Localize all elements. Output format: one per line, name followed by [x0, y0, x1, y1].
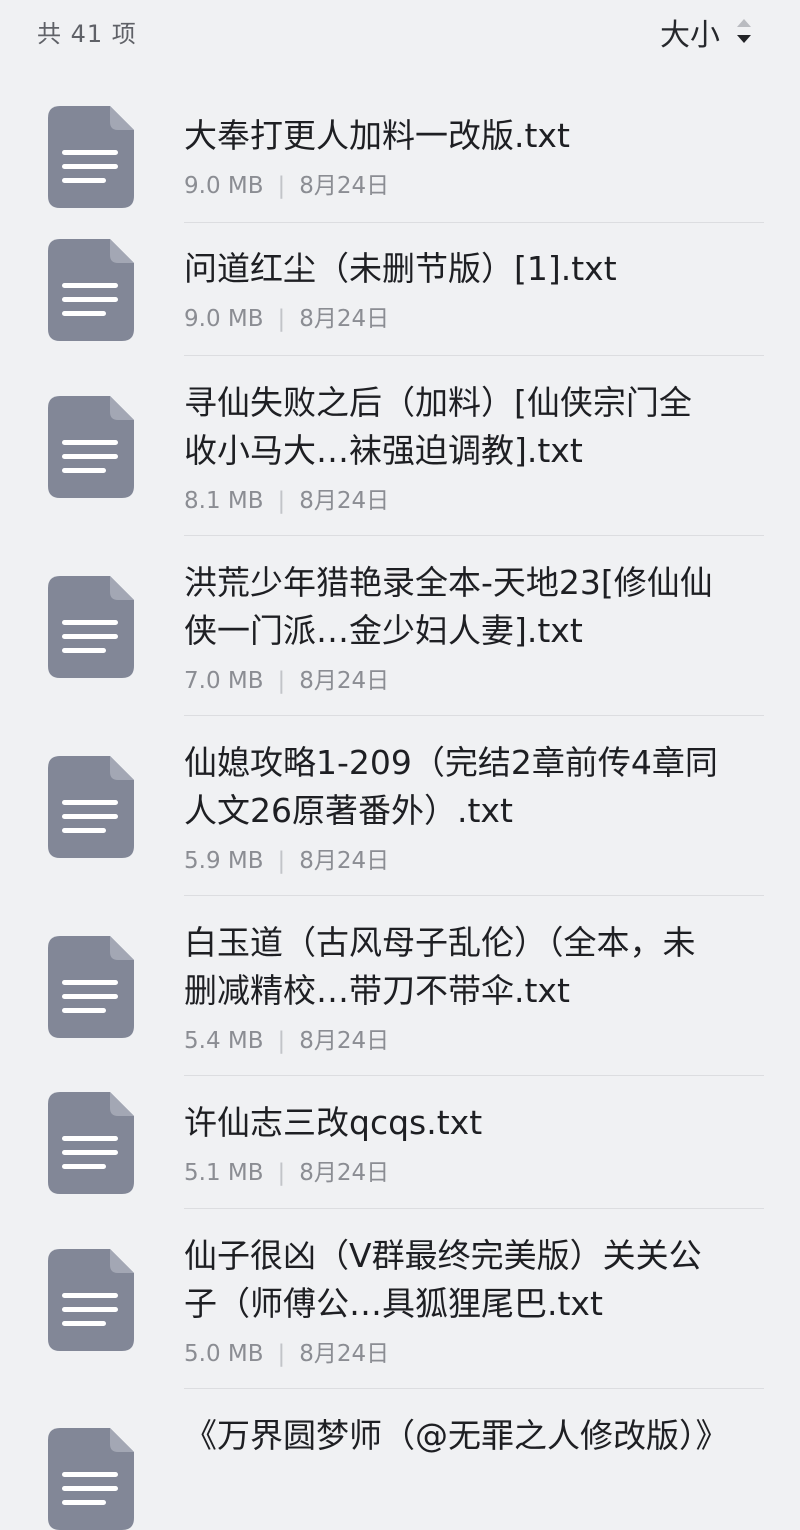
document-icon	[48, 1249, 134, 1351]
document-icon	[48, 576, 134, 678]
file-name: 大奉打更人加料一改版.txt	[184, 116, 570, 155]
document-icon	[48, 396, 134, 498]
meta-separator: |	[277, 173, 286, 199]
row-divider	[184, 715, 764, 716]
meta-separator: |	[277, 306, 286, 332]
document-icon	[48, 1428, 134, 1530]
file-date: 8月24日	[299, 488, 390, 514]
file-name: 寻仙失败之后（加料）[仙侠宗门全收小马大…袜强迫调教].txt	[184, 383, 692, 470]
file-size: 5.0 MB	[184, 1341, 264, 1367]
file-date: 8月24日	[299, 668, 390, 694]
file-date: 8月24日	[299, 1160, 390, 1186]
meta-separator: |	[277, 1028, 286, 1054]
file-size: 9.0 MB	[184, 306, 264, 332]
meta-separator: |	[277, 668, 286, 694]
file-info: 《万界圆梦师（@无罪之人修改版）》	[184, 1412, 729, 1460]
document-icon	[48, 106, 134, 208]
file-meta: 7.0 MB | 8月24日	[184, 661, 724, 695]
meta-separator: |	[277, 1341, 286, 1367]
file-name: 仙媳攻略1-209（完结2章前传4章同人文26原著番外）.txt	[184, 743, 718, 830]
file-meta: 8.1 MB | 8月24日	[184, 481, 724, 515]
file-size: 9.0 MB	[184, 173, 264, 199]
row-divider	[184, 1208, 764, 1209]
file-info: 仙子很凶（V群最终完美版）关关公子（师傅公…具狐狸尾巴.txt 5.0 MB | 8月…	[184, 1232, 724, 1368]
row-divider	[184, 535, 764, 536]
file-meta: 5.9 MB | 8月24日	[184, 841, 724, 875]
meta-separator: |	[277, 1160, 286, 1186]
file-name: 许仙志三改qcqs.txt	[184, 1103, 483, 1142]
file-meta: 5.4 MB | 8月24日	[184, 1021, 724, 1055]
meta-separator: |	[277, 488, 286, 514]
file-date: 8月24日	[299, 306, 390, 332]
file-meta: 5.0 MB | 8月24日	[184, 1334, 724, 1368]
row-divider	[184, 355, 764, 356]
item-count: 共 41 项	[37, 20, 137, 48]
file-size: 5.1 MB	[184, 1160, 264, 1186]
file-size: 8.1 MB	[184, 488, 264, 514]
document-icon	[48, 756, 134, 858]
file-info: 白玉道（古风母子乱伦）（全本，未删减精校…带刀不带伞.txt 5.4 MB | 8月2…	[184, 919, 724, 1055]
file-info: 洪荒少年猎艳录全本-天地23[修仙仙侠一门派…金少妇人妻].txt 7.0 MB |…	[184, 559, 724, 695]
file-meta: 9.0 MB | 8月24日	[184, 299, 724, 333]
file-info: 仙媳攻略1-209（完结2章前传4章同人文26原著番外）.txt 5.9 MB | 8…	[184, 739, 724, 875]
file-date: 8月24日	[299, 1028, 390, 1054]
file-size: 7.0 MB	[184, 668, 264, 694]
row-divider	[184, 1388, 764, 1389]
document-icon	[48, 1092, 134, 1194]
row-divider	[184, 222, 764, 223]
file-size: 5.4 MB	[184, 1028, 264, 1054]
file-info: 寻仙失败之后（加料）[仙侠宗门全收小马大…袜强迫调教].txt 8.1 MB | 8月…	[184, 379, 724, 515]
file-info: 大奉打更人加料一改版.txt 9.0 MB | 8月24日	[184, 112, 724, 200]
row-divider	[184, 1075, 764, 1076]
document-icon	[48, 936, 134, 1038]
file-date: 8月24日	[299, 1341, 390, 1367]
file-info: 许仙志三改qcqs.txt 5.1 MB | 8月24日	[184, 1099, 724, 1187]
document-icon	[48, 239, 134, 341]
sort-order-icon	[737, 19, 751, 43]
file-name: 白玉道（古风母子乱伦）（全本，未删减精校…带刀不带伞.txt	[184, 923, 696, 1010]
file-name: 《万界圆梦师（@无罪之人修改版）》	[184, 1416, 729, 1455]
file-meta: 5.1 MB | 8月24日	[184, 1153, 724, 1187]
file-name: 问道红尘（未删节版）[1].txt	[184, 249, 617, 288]
file-info: 问道红尘（未删节版）[1].txt 9.0 MB | 8月24日	[184, 245, 724, 333]
file-meta: 9.0 MB | 8月24日	[184, 166, 724, 200]
sort-button[interactable]: 大小	[660, 10, 754, 54]
file-date: 8月24日	[299, 173, 390, 199]
file-name: 仙子很凶（V群最终完美版）关关公子（师傅公…具狐狸尾巴.txt	[184, 1236, 702, 1323]
sort-label: 大小	[660, 18, 720, 53]
meta-separator: |	[277, 848, 286, 874]
file-name: 洪荒少年猎艳录全本-天地23[修仙仙侠一门派…金少妇人妻].txt	[184, 563, 713, 650]
file-date: 8月24日	[299, 848, 390, 874]
file-size: 5.9 MB	[184, 848, 264, 874]
row-divider	[184, 895, 764, 896]
list-header: 共 41 项 大小	[0, 0, 800, 60]
